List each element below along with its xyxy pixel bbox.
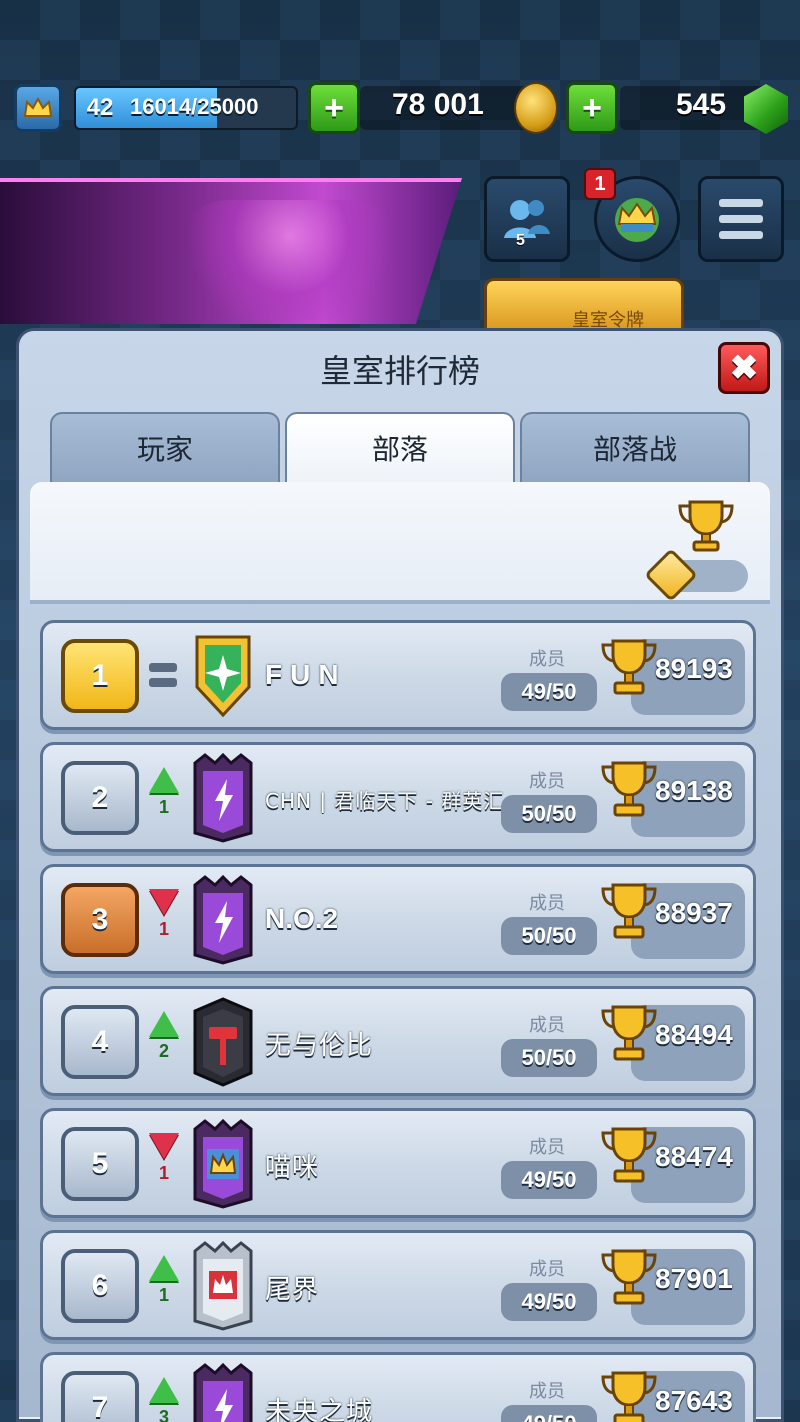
rank-badge: 5 xyxy=(61,1127,139,1201)
clan-trophies: 87901 xyxy=(655,1263,733,1294)
trophy-icon xyxy=(599,637,659,699)
clan-badge-icon xyxy=(191,752,255,843)
close-button[interactable]: ✖ xyxy=(718,342,770,394)
gem-amount: 545 xyxy=(676,88,727,121)
rank-change-value: 1 xyxy=(158,919,169,939)
members-count: 50/50 xyxy=(501,795,597,833)
members-count: 50/50 xyxy=(501,917,597,955)
rank-change: 1 xyxy=(147,1133,181,1197)
clan-row[interactable]: 7 3 未央之城 成员 49/50 87643 xyxy=(40,1352,756,1422)
clan-trophies: 89138 xyxy=(655,775,733,806)
rank-change-value: 1 xyxy=(158,797,169,817)
clan-row[interactable]: 5 1 喵咪 成员 49/50 88474 xyxy=(40,1108,756,1218)
clan-badge-icon xyxy=(191,1240,255,1331)
clan-badge-icon xyxy=(191,997,255,1087)
friends-button[interactable] xyxy=(484,176,570,262)
clan-trophies: 88937 xyxy=(655,897,733,928)
xp-text: 16014/25000 xyxy=(130,94,259,119)
clan-row[interactable]: 6 1 尾界 成员 49/50 87901 xyxy=(40,1230,756,1340)
rank-badge: 2 xyxy=(61,761,139,835)
rank-badge: 7 xyxy=(61,1371,139,1422)
rank-down-icon xyxy=(149,889,179,915)
members-label: 成员 xyxy=(529,1259,565,1280)
rank-change: 1 xyxy=(147,767,181,831)
rank-change: 2 xyxy=(147,1011,181,1075)
buy-gold-button[interactable]: + xyxy=(308,82,360,134)
clan-name: FUN xyxy=(265,659,347,690)
hamburger-icon xyxy=(719,199,763,239)
rank-up-icon xyxy=(149,1011,179,1037)
clan-name: 尾界 xyxy=(265,1275,320,1305)
clan-badge-icon xyxy=(191,1118,255,1209)
clan-trophies: 89193 xyxy=(655,653,733,684)
friends-count: 5 xyxy=(516,232,525,249)
crown-icon[interactable] xyxy=(14,84,62,132)
level-badge: 42 xyxy=(74,80,126,136)
members-count: 49/50 xyxy=(501,1161,597,1199)
rank-badge: 3 xyxy=(61,883,139,957)
clan-row[interactable]: 2 1 CHN | 君临天下 - 群英汇 成员 50/50 89138 xyxy=(40,742,756,852)
clan-name: N.O.2 xyxy=(265,903,339,934)
rank-change: 1 xyxy=(147,1255,181,1319)
resource-bar: 42 16014/25000 + 78 001 + 545 xyxy=(0,80,800,136)
buy-gems-button[interactable]: + xyxy=(566,82,618,134)
trophy-icon xyxy=(599,1247,659,1309)
clan-crown-icon xyxy=(615,198,659,242)
clan-badge-icon xyxy=(191,631,255,721)
clan-trophies: 87643 xyxy=(655,1385,733,1416)
members-count: 49/50 xyxy=(501,1283,597,1321)
clan-name: 喵咪 xyxy=(265,1153,320,1183)
gold-amount: 78 001 xyxy=(392,88,484,121)
members-count: 49/50 xyxy=(501,1405,597,1422)
clan-trophies: 88474 xyxy=(655,1141,733,1172)
rank-change-value: 1 xyxy=(158,1285,169,1305)
tab-clans[interactable]: 部落 xyxy=(285,412,515,482)
clan-row[interactable]: 4 2 无与伦比 成员 50/50 88494 xyxy=(40,986,756,1096)
rank-change-value: 2 xyxy=(158,1041,169,1061)
members-count: 49/50 xyxy=(501,673,597,711)
gold-coin-icon xyxy=(514,82,558,134)
trophy-icon xyxy=(599,759,659,821)
trophy-icon xyxy=(599,1125,659,1187)
clan-badge-icon xyxy=(191,1362,255,1422)
rank-badge: 4 xyxy=(61,1005,139,1079)
tab-clan-wars[interactable]: 部落战 xyxy=(520,412,750,482)
panel-title: 皇室排行榜 xyxy=(319,352,480,390)
clan-name: 未央之城 xyxy=(265,1397,374,1422)
trophy-icon xyxy=(599,1369,659,1422)
clan-trophies: 88494 xyxy=(655,1019,733,1050)
clan-row[interactable]: 1 FUN 成员 49/50 89193 xyxy=(40,620,756,730)
rank-change: 1 xyxy=(147,889,181,953)
clan-name: CHN | 君临天下 - 群英汇 xyxy=(265,789,505,813)
trophy-icon xyxy=(599,881,659,943)
rank-change-value: 3 xyxy=(158,1407,169,1422)
members-label: 成员 xyxy=(529,1015,565,1036)
rank-up-icon xyxy=(149,1377,179,1403)
rank-down-icon xyxy=(149,1133,179,1159)
members-count: 50/50 xyxy=(501,1039,597,1077)
clan-badge-icon xyxy=(191,874,255,965)
trophy-icon xyxy=(599,1003,659,1065)
menu-button[interactable] xyxy=(698,176,784,262)
notification-badge: 1 xyxy=(584,168,616,200)
clan-row[interactable]: 3 1 N.O.2 成员 50/50 88937 xyxy=(40,864,756,974)
no-change-icon xyxy=(149,663,177,687)
members-label: 成员 xyxy=(529,893,565,914)
clan-name: 无与伦比 xyxy=(265,1031,374,1061)
members-label: 成员 xyxy=(529,1381,565,1402)
trophy-icon xyxy=(678,500,734,552)
members-label: 成员 xyxy=(529,1137,565,1158)
rank-badge: 6 xyxy=(61,1249,139,1323)
members-label: 成员 xyxy=(529,771,565,792)
tab-players[interactable]: 玩家 xyxy=(50,412,280,482)
banner-character-art xyxy=(170,200,410,320)
members-label: 成员 xyxy=(529,649,565,670)
rank-up-icon xyxy=(149,1255,179,1281)
rank-up-icon xyxy=(149,767,179,793)
rank-change: 3 xyxy=(147,1377,181,1422)
rank-badge: 1 xyxy=(61,639,139,713)
rank-change-value: 1 xyxy=(158,1163,169,1183)
friends-icon xyxy=(504,200,550,238)
